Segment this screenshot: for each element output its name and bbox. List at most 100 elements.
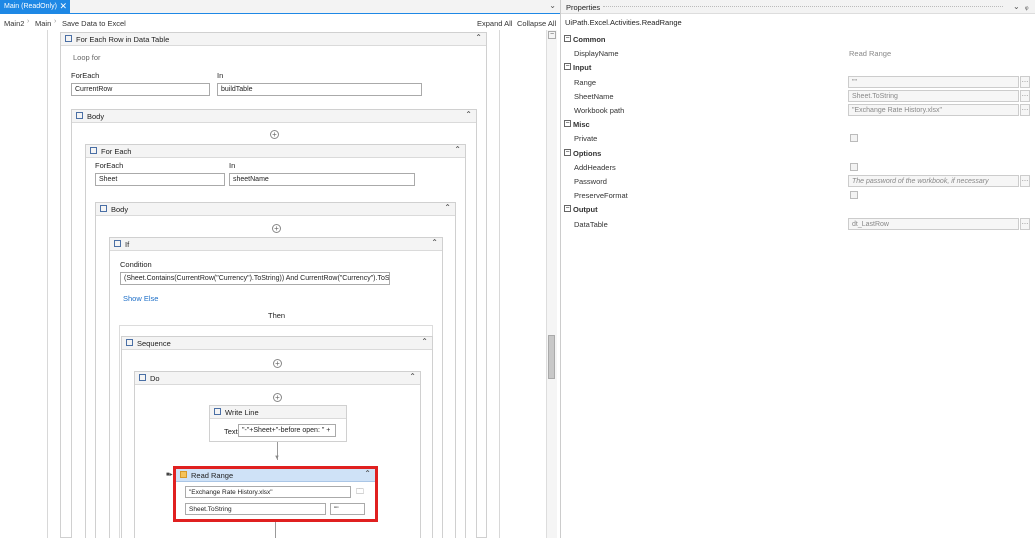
for-each-row-icon xyxy=(65,35,72,42)
collapse-icon[interactable]: ⌃ xyxy=(444,203,451,212)
in-input[interactable]: sheetName xyxy=(229,173,415,186)
workflow-canvas[interactable]: For Each Row in Data Table ⌃ Loop for Fo… xyxy=(0,30,546,538)
preserveformat-checkbox[interactable] xyxy=(850,191,858,200)
property-name: DataTable xyxy=(574,219,608,229)
arrow-down-icon: ▼ xyxy=(274,455,280,461)
activity-title: Do xyxy=(150,374,160,383)
body-icon xyxy=(100,205,107,212)
property-category-common[interactable]: − Common xyxy=(561,32,1035,46)
properties-panel: Properties ⌄ ᵩ UiPath.Excel.Activities.R… xyxy=(560,0,1035,538)
datatable-field[interactable]: dt_LastRow xyxy=(848,217,1019,230)
property-row-range: Range ""… xyxy=(561,75,1035,89)
activity-title: Body xyxy=(87,112,105,121)
folder-icon[interactable]: 🗀 xyxy=(353,486,367,498)
category-name: Options xyxy=(573,148,602,158)
breadcrumb-item-save-data[interactable]: Save Data to Excel xyxy=(62,19,126,28)
read-range-activity[interactable]: Read Range ⌃ "Exchange Rate History.xlsx… xyxy=(173,466,378,522)
displayname-value[interactable]: Read Range xyxy=(849,49,891,58)
tab-label: Main (ReadOnly) xyxy=(4,3,57,10)
category-name: Input xyxy=(573,63,592,73)
range-field[interactable]: "" xyxy=(848,75,1019,88)
password-field[interactable]: The password of the workbook, if necessa… xyxy=(848,175,1019,187)
for-each-header[interactable]: For Each ⌃ xyxy=(86,145,465,158)
ellipsis-button[interactable]: … xyxy=(1020,217,1030,230)
property-category-misc[interactable]: − Misc xyxy=(561,117,1035,131)
collapse-category-icon[interactable]: − xyxy=(564,120,571,128)
ellipsis-button[interactable]: … xyxy=(1020,104,1030,116)
collapse-category-icon[interactable]: − xyxy=(564,148,571,156)
body-header[interactable]: Body ⌃ xyxy=(96,203,455,216)
document-tab-strip: Main (ReadOnly) ✕ ⌄ xyxy=(0,0,560,14)
for-each-row-activity[interactable]: For Each Row in Data Table ⌃ Loop for Fo… xyxy=(60,32,487,538)
tab-main-readonly[interactable]: Main (ReadOnly) ✕ xyxy=(0,0,70,13)
property-name: AddHeaders xyxy=(574,162,616,172)
in-input[interactable]: buildTable xyxy=(217,83,422,96)
property-name: SheetName xyxy=(574,91,614,101)
property-category-output[interactable]: − Output xyxy=(561,202,1035,216)
read-range-header[interactable]: Read Range ⌃ xyxy=(176,469,375,482)
workbook-path-input[interactable]: "Exchange Rate History.xlsx" xyxy=(185,486,351,498)
add-activity-icon[interactable]: + xyxy=(270,130,279,139)
workbook-path-field[interactable]: "Exchange Rate History.xlsx" xyxy=(848,104,1019,116)
pin-icon[interactable]: ᵩ xyxy=(1025,2,1029,11)
add-activity-icon[interactable]: + xyxy=(273,393,282,402)
do-header[interactable]: Do ⌃ xyxy=(135,372,420,385)
sequence-icon xyxy=(126,339,133,346)
activity-title: If xyxy=(125,240,130,249)
chevron-down-icon[interactable]: ⌄ xyxy=(1013,2,1020,11)
sequence-header[interactable]: Sequence ⌃ xyxy=(122,337,432,350)
breadcrumb-item-main[interactable]: Main xyxy=(35,19,51,28)
add-activity-icon[interactable]: + xyxy=(273,359,282,368)
ellipsis-button[interactable]: … xyxy=(1020,89,1030,102)
addheaders-checkbox[interactable] xyxy=(850,162,858,171)
private-checkbox[interactable] xyxy=(850,134,858,143)
chevron-down-icon[interactable]: ⌄ xyxy=(549,1,556,10)
collapse-all-button[interactable]: Collapse All xyxy=(517,19,556,28)
write-line-header[interactable]: Write Line xyxy=(210,406,346,419)
text-label: Text xyxy=(224,427,238,436)
collapse-icon[interactable]: ⌃ xyxy=(409,372,416,381)
for-each-row-header[interactable]: For Each Row in Data Table ⌃ xyxy=(61,33,486,46)
collapse-icon[interactable]: ⌃ xyxy=(364,469,371,478)
expand-all-button[interactable]: Expand All xyxy=(477,19,512,28)
collapse-icon[interactable]: ⌃ xyxy=(465,110,472,119)
activity-title: Write Line xyxy=(225,408,259,417)
close-icon[interactable]: ✕ xyxy=(59,1,67,12)
collapse-category-icon[interactable]: − xyxy=(564,63,571,71)
collapse-icon[interactable]: ⌃ xyxy=(431,238,438,247)
breadcrumb-item-main2[interactable]: Main2 xyxy=(4,19,24,28)
property-name: Range xyxy=(574,77,597,87)
text-input[interactable]: "-"+Sheet+"-before open: " + xyxy=(238,424,336,437)
property-category-input[interactable]: − Input xyxy=(561,60,1035,74)
property-category-options[interactable]: − Options xyxy=(561,146,1035,160)
condition-label: Condition xyxy=(120,260,152,269)
foreach-label: ForEach xyxy=(71,71,100,80)
canvas-border-line xyxy=(47,30,48,538)
chevron-right-icon: › xyxy=(54,18,57,25)
collapse-icon[interactable]: ⌃ xyxy=(454,145,461,154)
foreach-input[interactable]: CurrentRow xyxy=(71,83,210,96)
write-line-activity[interactable]: Write Line Text "-"+Sheet+"-before open:… xyxy=(209,405,347,442)
if-header[interactable]: If ⌃ xyxy=(110,238,442,251)
foreach-input[interactable]: Sheet xyxy=(95,173,225,186)
canvas-scrollbar[interactable]: − xyxy=(546,30,557,538)
category-name: Misc xyxy=(573,120,590,130)
scrollbar-thumb[interactable] xyxy=(548,335,555,379)
sheet-name-input[interactable]: Sheet.ToString xyxy=(185,503,326,515)
add-activity-icon[interactable]: + xyxy=(272,224,281,233)
collapse-icon[interactable]: ⌃ xyxy=(475,33,482,42)
collapse-category-icon[interactable]: − xyxy=(564,35,571,42)
show-else-link[interactable]: Show Else xyxy=(123,294,158,303)
collapse-category-icon[interactable]: − xyxy=(564,205,571,213)
collapse-icon[interactable]: ⌃ xyxy=(421,337,428,346)
ellipsis-button[interactable]: … xyxy=(1020,75,1030,88)
activity-title: For Each xyxy=(101,147,132,156)
sheetname-field[interactable]: Sheet.ToString xyxy=(848,89,1019,102)
ellipsis-button[interactable]: … xyxy=(1020,175,1030,187)
foreach-label: ForEach xyxy=(95,161,124,170)
body-header[interactable]: Body ⌃ xyxy=(72,110,476,123)
condition-input[interactable]: (Sheet.Contains(CurrentRow("Currency").T… xyxy=(120,272,390,285)
property-name: Password xyxy=(574,177,607,186)
scroll-up-icon[interactable]: − xyxy=(548,31,556,39)
range-input[interactable]: "" xyxy=(330,503,365,515)
